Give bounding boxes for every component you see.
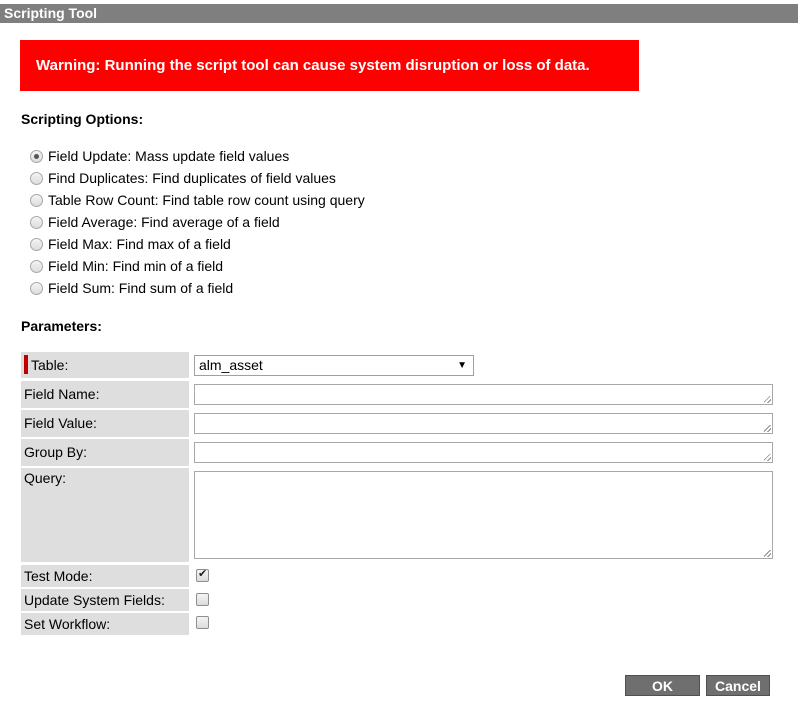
test-mode-label: Test Mode: (21, 565, 189, 587)
option-label: Field Average: Find average of a field (48, 214, 280, 230)
ok-button[interactable]: OK (625, 675, 700, 696)
test-mode-checkbox[interactable]: ✔ (196, 568, 209, 582)
option-label: Table Row Count: Find table row count us… (48, 192, 365, 208)
dropdown-arrow-icon: ▼ (457, 360, 467, 371)
update-system-fields-label: Update System Fields: (21, 589, 189, 611)
window-title: Scripting Tool (0, 4, 798, 23)
update-system-fields-checkbox[interactable] (196, 593, 209, 606)
option-field-max[interactable]: Field Max: Find max of a field (30, 233, 365, 255)
resize-grip-icon[interactable] (764, 550, 771, 557)
option-field-min[interactable]: Field Min: Find min of a field (30, 255, 365, 277)
option-table-row-count[interactable]: Table Row Count: Find table row count us… (30, 189, 365, 211)
group-by-label: Group By: (21, 439, 189, 466)
field-name-label: Field Name: (21, 381, 189, 408)
option-find-duplicates[interactable]: Find Duplicates: Find duplicates of fiel… (30, 167, 365, 189)
option-label: Field Sum: Find sum of a field (48, 280, 234, 296)
option-field-update[interactable]: Field Update: Mass update field values (30, 145, 365, 167)
radio-button[interactable] (30, 259, 43, 273)
radio-button[interactable] (30, 237, 43, 251)
option-label: Find Duplicates: Find duplicates of fiel… (48, 170, 336, 186)
field-value-input[interactable] (194, 413, 773, 434)
resize-grip-icon[interactable] (764, 425, 771, 432)
scripting-options-radio-group: Field Update: Mass update field values F… (30, 145, 365, 299)
set-workflow-label: Set Workflow: (21, 613, 189, 635)
field-value-label: Field Value: (21, 410, 189, 437)
checkmark-icon: ✔ (198, 568, 208, 580)
option-label: Field Max: Find max of a field (48, 236, 231, 252)
table-label: Table: (21, 352, 189, 378)
parameters-heading: Parameters: (21, 318, 102, 334)
radio-button[interactable] (30, 193, 43, 207)
option-field-average[interactable]: Field Average: Find average of a field (30, 211, 365, 233)
radio-button[interactable] (30, 281, 43, 295)
warning-banner: Warning: Running the script tool can cau… (20, 40, 639, 91)
option-field-sum[interactable]: Field Sum: Find sum of a field (30, 277, 365, 299)
query-textarea[interactable] (194, 471, 773, 559)
radio-button[interactable] (30, 149, 43, 163)
cancel-button[interactable]: Cancel (706, 675, 770, 696)
group-by-input[interactable] (194, 442, 773, 463)
radio-button[interactable] (30, 171, 43, 185)
resize-grip-icon[interactable] (764, 396, 771, 403)
option-label: Field Update: Mass update field values (48, 148, 290, 164)
radio-button[interactable] (30, 215, 43, 229)
table-select[interactable]: alm_asset ▼ (194, 355, 474, 376)
query-label: Query: (21, 468, 189, 562)
resize-grip-icon[interactable] (764, 454, 771, 461)
table-select-value: alm_asset (199, 357, 263, 373)
mandatory-indicator (24, 355, 28, 374)
set-workflow-checkbox[interactable] (196, 616, 209, 629)
scripting-options-heading: Scripting Options: (21, 111, 144, 127)
field-name-input[interactable] (194, 384, 773, 405)
option-label: Field Min: Find min of a field (48, 258, 224, 274)
